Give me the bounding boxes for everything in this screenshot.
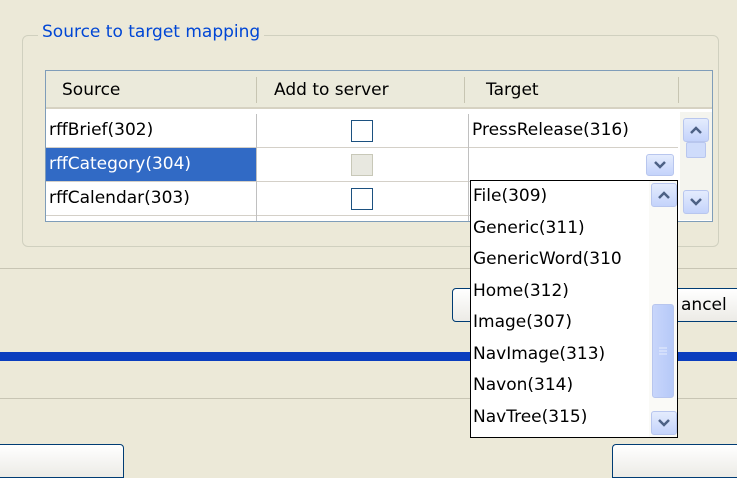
source-cell[interactable]: rffBrief(302) bbox=[46, 114, 256, 147]
bottom-left-button[interactable] bbox=[0, 444, 124, 478]
add-to-server-checkbox[interactable] bbox=[351, 154, 373, 176]
dropdown-scroll-down-button[interactable] bbox=[651, 411, 677, 435]
table-row[interactable]: rffBrief(302) PressRelease(316) bbox=[46, 114, 678, 148]
chevron-up-icon bbox=[690, 126, 702, 134]
dropdown-option[interactable]: Navon(314) bbox=[472, 370, 651, 402]
chevron-down-icon bbox=[690, 198, 702, 206]
combo-dropdown-button[interactable] bbox=[646, 154, 674, 176]
dropdown-option[interactable]: File(309) bbox=[472, 181, 651, 213]
chevron-up-icon bbox=[658, 191, 670, 199]
dropdown-option[interactable]: Image(307) bbox=[472, 307, 651, 339]
chevron-down-icon bbox=[658, 419, 670, 427]
dropdown-option[interactable]: Home(312) bbox=[472, 276, 651, 308]
source-cell[interactable]: rffCategory(304) bbox=[46, 148, 256, 181]
target-cell[interactable]: PressRelease(316) bbox=[469, 114, 678, 147]
grid-scrollbar[interactable] bbox=[680, 112, 712, 220]
column-header-add-to-server[interactable]: Add to server bbox=[256, 71, 464, 109]
add-to-server-checkbox[interactable] bbox=[351, 120, 373, 142]
grip-icon bbox=[659, 347, 667, 355]
source-cell[interactable]: rffCalendar(303) bbox=[46, 182, 256, 215]
add-to-server-checkbox[interactable] bbox=[351, 188, 373, 210]
column-header-target[interactable]: Target bbox=[464, 71, 678, 109]
header-separator bbox=[678, 77, 679, 103]
scroll-down-button[interactable] bbox=[683, 190, 709, 214]
scroll-up-button[interactable] bbox=[683, 118, 709, 142]
bottom-right-button[interactable] bbox=[612, 444, 737, 478]
dropdown-option[interactable]: NavImage(313) bbox=[472, 339, 651, 371]
group-title: Source to target mapping bbox=[38, 21, 265, 43]
header-separator bbox=[256, 77, 257, 103]
target-dropdown-list[interactable]: File(309) Generic(311) GenericWord(310 H… bbox=[470, 180, 678, 438]
dropdown-scroll-up-button[interactable] bbox=[651, 183, 677, 207]
header-separator bbox=[464, 77, 465, 103]
column-header-source[interactable]: Source bbox=[46, 71, 256, 109]
grid-scrollbar-thumb[interactable] bbox=[686, 142, 706, 158]
target-combobox[interactable] bbox=[470, 150, 678, 180]
chevron-down-icon bbox=[654, 161, 666, 169]
dropdown-option[interactable]: NavTree(315) bbox=[472, 402, 651, 434]
dropdown-option[interactable]: Generic(311) bbox=[472, 213, 651, 245]
dropdown-option[interactable]: GenericWord(310 bbox=[472, 244, 651, 276]
dropdown-scrollbar-thumb[interactable] bbox=[652, 304, 674, 398]
column-header-filler bbox=[678, 71, 712, 109]
